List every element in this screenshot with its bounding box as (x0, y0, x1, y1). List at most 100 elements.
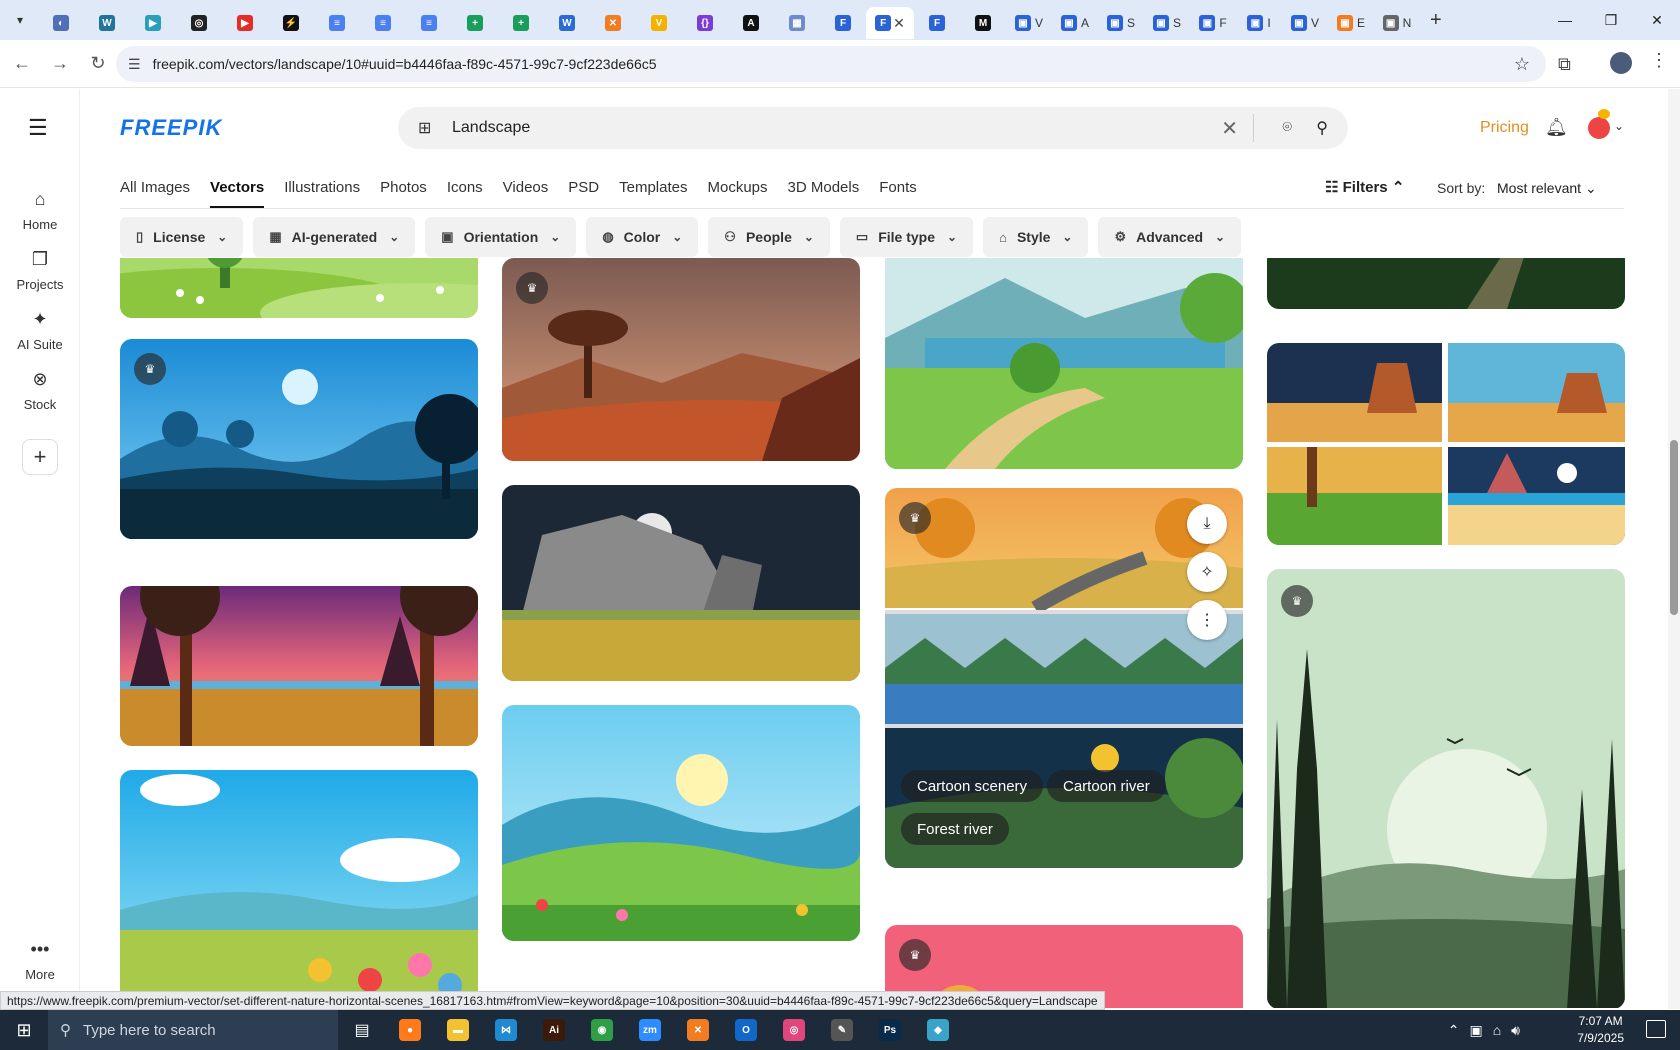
search-input[interactable]: Landscape (452, 119, 530, 137)
browser-tab[interactable]: ▣ V (1006, 7, 1052, 39)
task-view-icon[interactable]: ▤ (338, 1010, 386, 1050)
image-card[interactable]: ♛ (502, 258, 860, 461)
notification-bell-icon[interactable]: 🔔︎ (1545, 117, 1568, 138)
windows-start-icon[interactable]: ⊞ (0, 1020, 48, 1041)
browser-tab[interactable]: F (820, 7, 866, 39)
restore-icon[interactable]: ❐ (1588, 0, 1634, 40)
xampp-taskbar[interactable]: ✕ (674, 1010, 722, 1050)
browser-tab[interactable]: W (84, 7, 130, 39)
profile-avatar[interactable] (1610, 52, 1632, 74)
notification-center-icon[interactable] (1646, 1020, 1666, 1038)
photoshop-taskbar[interactable]: Ps (866, 1010, 914, 1050)
tab-templates[interactable]: Templates (619, 170, 687, 208)
back-icon[interactable]: ← (6, 48, 38, 80)
image-card[interactable] (120, 770, 478, 1000)
add-icon[interactable]: + (22, 439, 58, 475)
url-bar[interactable]: ☰ freepik.com/vectors/landscape/10#uuid=… (116, 46, 1546, 82)
more-options-icon[interactable]: ⋮ (1187, 600, 1227, 640)
creative-cloud-taskbar[interactable]: ◎ (770, 1010, 818, 1050)
clear-search-icon[interactable]: ✕ (1221, 116, 1238, 141)
close-window-icon[interactable]: ✕ (1634, 0, 1680, 40)
filter-chip-ai-generated[interactable]: ▦ AI-generated ⌄ (253, 217, 416, 257)
browser-tab[interactable]: A (728, 7, 774, 39)
tag-cartoon-river[interactable]: Cartoon river (1047, 770, 1166, 802)
image-card[interactable] (120, 586, 478, 746)
sidebar-item-stock[interactable]: ⊗ Stock (0, 369, 80, 412)
hamburger-menu-icon[interactable]: ☰ (28, 115, 48, 141)
browser-tab[interactable]: ▣ I (1236, 7, 1282, 39)
firefox-taskbar[interactable]: ● (386, 1010, 434, 1050)
explorer-taskbar[interactable]: ▬ (434, 1010, 482, 1050)
extensions-icon[interactable]: ⧉ (1558, 54, 1571, 75)
browser-tab[interactable]: ⚡ (268, 7, 314, 39)
image-card[interactable]: ♛ (120, 339, 478, 539)
close-tab-icon[interactable]: ✕ (893, 15, 905, 32)
sidebar-item-ai-suite[interactable]: ✦ AI Suite (0, 309, 80, 352)
browser-tab[interactable]: ◎ (176, 7, 222, 39)
image-card[interactable] (1267, 343, 1625, 545)
filter-chip-color[interactable]: ◍ Color ⌄ (586, 217, 699, 257)
download-icon[interactable]: ⤓ (1187, 504, 1227, 544)
search-icon[interactable]: ⚲ (1316, 118, 1328, 138)
zoom-taskbar[interactable]: zm (626, 1010, 674, 1050)
browser-tab[interactable]: ▶ (130, 7, 176, 39)
filter-chip-people[interactable]: ⚇ People ⌄ (708, 217, 830, 257)
sidebar-item-more[interactable]: ••• More (0, 939, 80, 982)
image-card-hovered[interactable]: ♛ ⤓ ✧ ⋮ Cartoon scenery Cartoon river Fo… (885, 488, 1243, 868)
tab-illustrations[interactable]: Illustrations (284, 170, 360, 208)
browser-tab[interactable]: ≡ (360, 7, 406, 39)
tray-chevron-up-icon[interactable]: ⌃ (1448, 1022, 1460, 1039)
browser-menu-icon[interactable]: ⋮ (1650, 50, 1668, 71)
image-card[interactable]: ♛ (1267, 569, 1625, 1008)
browser-tab[interactable]: ▶ (222, 7, 268, 39)
browser-tab[interactable]: ▣ S (1098, 7, 1144, 39)
browser-tab[interactable]: ≡ (406, 7, 452, 39)
filter-chip-file-type[interactable]: ▭ File type ⌄ (839, 217, 974, 257)
filter-chip-advanced[interactable]: ⚙ Advanced ⌄ (1098, 217, 1242, 257)
illustrator-taskbar[interactable]: Ai (530, 1010, 578, 1050)
browser-tab[interactable]: {} (682, 7, 728, 39)
tray-app-icon[interactable]: ▣ (1469, 1022, 1482, 1039)
url-text[interactable]: freepik.com/vectors/landscape/10#uuid=b4… (153, 56, 657, 72)
browser-tab[interactable]: ▣ N (1374, 7, 1420, 39)
browser-tab[interactable]: ≡ (314, 7, 360, 39)
tag-forest-river[interactable]: Forest river (901, 813, 1009, 845)
browser-tab[interactable]: ▣ A (1052, 7, 1098, 39)
sidebar-item-projects[interactable]: ❐ Projects (0, 249, 80, 292)
browser-tab[interactable]: ▦ (774, 7, 820, 39)
image-card[interactable] (885, 258, 1243, 469)
browser-tab[interactable]: ▣ S (1144, 7, 1190, 39)
tab-3d-models[interactable]: 3D Models (788, 170, 860, 208)
sidebar-item-home[interactable]: ⌂ Home (0, 189, 80, 232)
browser-tab[interactable]: ▣ E (1328, 7, 1374, 39)
filter-chip-license[interactable]: ▯ License ⌄ (120, 217, 244, 257)
tab-vectors[interactable]: Vectors (210, 170, 265, 208)
tab-mockups[interactable]: Mockups (707, 170, 767, 208)
scrollbar-thumb[interactable] (1670, 440, 1678, 615)
tab-all-images[interactable]: All Images (120, 170, 190, 208)
outlook-taskbar[interactable]: O (722, 1010, 770, 1050)
chrome-taskbar[interactable]: ◉ (578, 1010, 626, 1050)
taskbar-clock[interactable]: 7:07 AM 7/9/2025 (1577, 1013, 1624, 1047)
volume-icon[interactable]: 🔊︎ (1511, 1022, 1520, 1039)
freepik-logo[interactable]: FREEPIK (120, 115, 222, 141)
image-card[interactable] (1267, 258, 1625, 309)
tab-videos[interactable]: Videos (503, 170, 549, 208)
image-card[interactable] (502, 705, 860, 941)
browser-tab[interactable]: + (498, 7, 544, 39)
search-type-icon[interactable]: ⊞ (418, 118, 431, 138)
tab-icons[interactable]: Icons (447, 170, 483, 208)
camera-search-icon[interactable]: ⌾ (1282, 119, 1292, 137)
network-icon[interactable]: ⌂ (1493, 1022, 1501, 1038)
taskbar-search[interactable]: ⚲ Type here to search (48, 1010, 338, 1050)
tag-cartoon-scenery[interactable]: Cartoon scenery (901, 770, 1044, 802)
new-tab-icon[interactable]: + (1430, 9, 1442, 32)
tab-search-icon[interactable]: ▾ (6, 6, 34, 34)
browser-tab[interactable]: ▣ V (1282, 7, 1328, 39)
browser-tab[interactable]: F ✕ (866, 7, 914, 39)
pen-taskbar[interactable]: ✎ (818, 1010, 866, 1050)
sort-select[interactable]: Most relevant ⌄ (1497, 180, 1597, 197)
browser-tab[interactable]: ◐ (38, 7, 84, 39)
ai-edit-sparkle-icon[interactable]: ✧ (1187, 552, 1227, 592)
filter-chip-orientation[interactable]: ▣ Orientation ⌄ (425, 217, 577, 257)
